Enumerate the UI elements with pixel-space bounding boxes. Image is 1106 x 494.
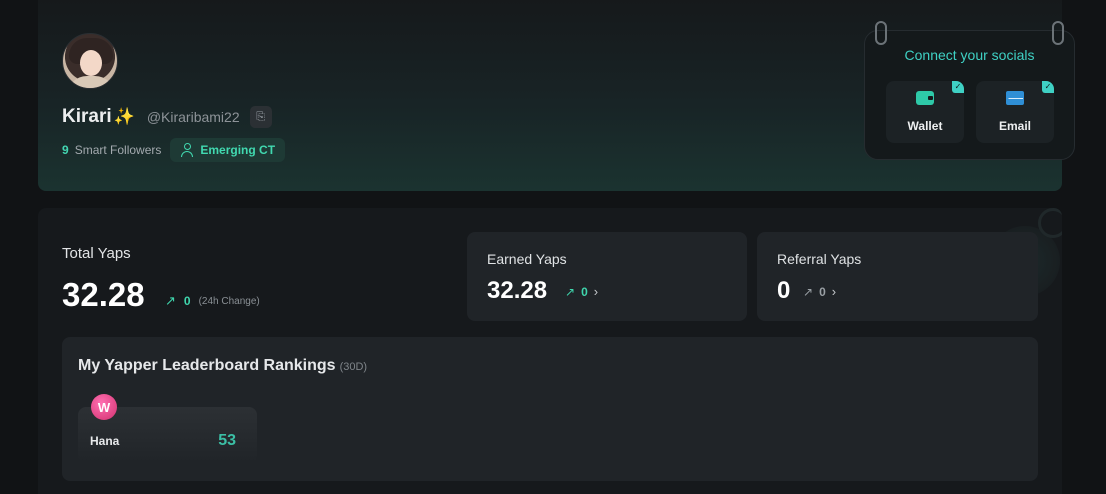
external-link-icon: ⎘ xyxy=(256,110,266,123)
referral-yaps-label: Referral Yaps xyxy=(777,251,862,267)
profile-card: Kirari ✨ @Kiraribami22 ⎘ 9 Smart Followe… xyxy=(38,0,1075,191)
change-note: (24h Change) xyxy=(198,295,260,307)
leaderboard-item[interactable]: W Hana 53 xyxy=(78,394,257,463)
badge-label: Emerging CT xyxy=(200,143,276,157)
binder-ring-icon xyxy=(1052,21,1064,45)
external-link-button[interactable]: ⎘ xyxy=(249,106,272,128)
project-rank: 53 xyxy=(218,432,236,449)
earned-yaps-card[interactable]: Earned Yaps 32.28 ↗ 0 › xyxy=(467,232,747,321)
total-yaps-change: ↗ 0 (24h Change) xyxy=(165,293,260,309)
sparkle-emoji: ✨ xyxy=(113,107,135,126)
trend-up-icon: ↗ xyxy=(165,293,176,308)
project-name: Hana xyxy=(90,434,120,448)
leaderboard-title: My Yapper Leaderboard Rankings (30D) xyxy=(78,357,367,375)
socials-title: Connect your socials xyxy=(904,47,1035,63)
trend-up-icon: ↗ xyxy=(803,284,814,299)
chevron-right-icon: › xyxy=(831,284,837,299)
status-badge: Emerging CT xyxy=(170,138,286,162)
earned-yaps-label: Earned Yaps xyxy=(487,251,567,267)
smart-followers-count: 9 xyxy=(62,143,69,157)
leaderboard-rankings-card: My Yapper Leaderboard Rankings (30D) W Ha… xyxy=(62,337,1038,481)
check-icon: ✓ xyxy=(952,81,964,93)
total-yaps-label: Total Yaps xyxy=(62,245,131,262)
trend-up-icon: ↗ xyxy=(565,284,576,299)
wallet-label: Wallet xyxy=(907,119,943,133)
referral-yaps-card[interactable]: Referral Yaps 0 ↗ 0 › xyxy=(757,232,1038,321)
leaderboard-period: (30D) xyxy=(339,361,368,373)
user-handle: @Kiraribami22 xyxy=(146,109,240,125)
chevron-right-icon: › xyxy=(593,284,599,299)
avatar[interactable] xyxy=(62,33,118,89)
display-name: Kirari xyxy=(62,106,112,127)
decorative-ring-icon xyxy=(1038,208,1062,238)
total-change-value: 0 xyxy=(183,294,191,308)
leaderboard-title-text: My Yapper Leaderboard Rankings xyxy=(78,357,336,374)
email-label: Email xyxy=(998,119,1031,133)
wallet-button[interactable]: ✓ Wallet xyxy=(886,81,964,143)
earned-change-value: 0 xyxy=(581,284,588,299)
person-icon xyxy=(180,143,194,157)
referral-yaps-value: 0 xyxy=(777,277,791,304)
total-yaps-value: 32.28 xyxy=(62,276,145,313)
project-logo-icon: W xyxy=(91,394,117,420)
wallet-icon xyxy=(916,91,934,105)
profile-name-row: Kirari ✨ @Kiraribami22 ⎘ xyxy=(62,106,272,128)
followers-row: 9 Smart Followers Emerging CT xyxy=(62,138,286,162)
stats-card: Total Yaps 32.28 ↗ 0 (24h Change) Earned… xyxy=(38,208,1062,494)
check-icon: ✓ xyxy=(1042,81,1054,93)
smart-followers-label[interactable]: Smart Followers xyxy=(75,143,162,157)
referral-yaps-change: ↗ 0 › xyxy=(803,284,836,299)
email-icon xyxy=(1006,91,1024,105)
earned-yaps-change: ↗ 0 › xyxy=(565,284,598,299)
connect-socials-card: Connect your socials ✓ Wallet ✓ Email xyxy=(864,21,1075,160)
referral-change-value: 0 xyxy=(819,284,826,299)
email-button[interactable]: ✓ Email xyxy=(976,81,1054,143)
earned-yaps-value: 32.28 xyxy=(487,277,548,304)
binder-ring-icon xyxy=(875,21,887,45)
